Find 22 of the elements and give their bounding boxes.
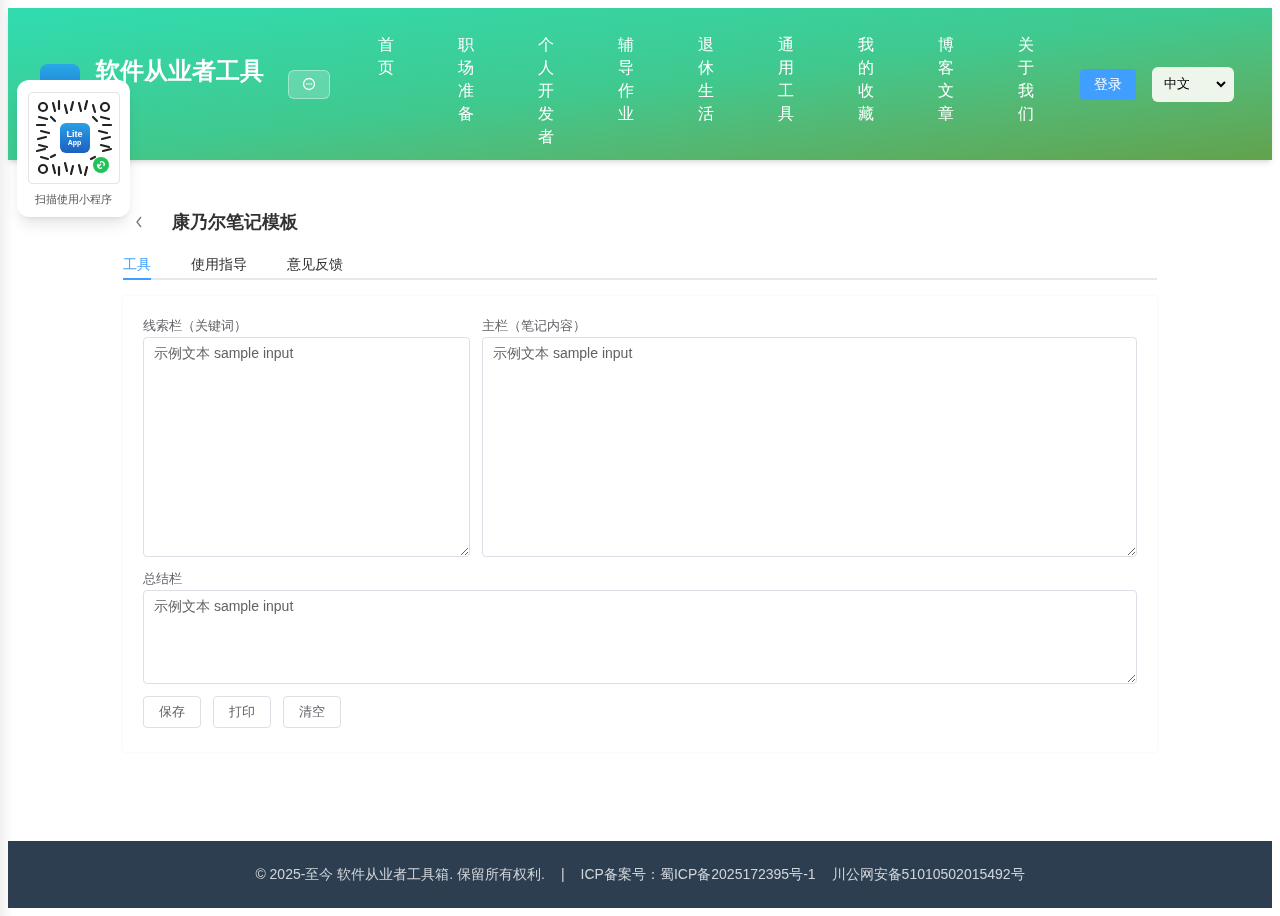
chat-icon (302, 77, 316, 91)
language-select[interactable]: 中文 (1152, 66, 1234, 102)
page-title: 康乃尔笔记模板 (172, 210, 298, 234)
tab[interactable]: 使用指导 (191, 251, 247, 280)
police-record-link[interactable]: 川公网安备51010502015492号 (831, 864, 1025, 885)
separator-text: | (560, 865, 565, 884)
notes-textarea[interactable]: 示例文本 sample input (482, 337, 1137, 557)
field-label: 总结栏 (143, 570, 183, 588)
action-button[interactable]: 打印 (213, 696, 271, 728)
tab[interactable]: 意见反馈 (287, 251, 343, 280)
cue-textarea[interactable]: 示例文本 sample input (143, 337, 470, 557)
chevron-down-icon (1216, 80, 1226, 88)
action-button[interactable]: 保存 (143, 696, 201, 728)
action-button[interactable]: 清空 (283, 696, 341, 728)
qr-caption: 扫描使用小程序 (35, 192, 112, 207)
link-icon (92, 157, 109, 173)
copyright-text: © 2025-至今 软件从业者工具箱. 保留所有权利. (255, 865, 545, 884)
summary-textarea[interactable]: 示例文本 sample input (143, 590, 1137, 684)
icp-link[interactable]: ICP备案号：蜀ICP备2025172395号-1 (580, 864, 816, 885)
field-label: 主栏（笔记内容） (482, 317, 587, 335)
field-label: 线索栏（关键词） (143, 317, 248, 335)
back-icon[interactable] (135, 216, 143, 228)
